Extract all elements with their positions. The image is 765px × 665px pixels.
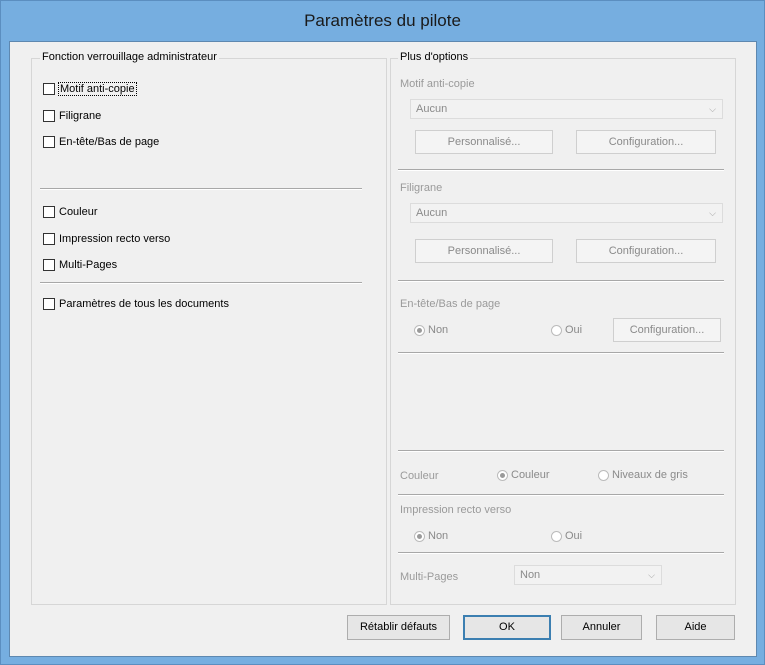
header-no-radio[interactable]: Non (414, 324, 448, 336)
checkbox-label: Motif anti-copie (58, 82, 137, 96)
radio-label: Couleur (511, 469, 550, 481)
checkbox-label: Couleur (59, 206, 98, 218)
color-label: Couleur (400, 470, 439, 482)
radio-dot[interactable] (551, 324, 562, 336)
separator (398, 450, 724, 452)
radio-label: Non (428, 324, 449, 336)
dialog-window: Paramètres du pilote Fonction verrouilla… (0, 0, 765, 665)
color-radio[interactable]: Couleur (497, 469, 550, 481)
watermark-custom-button[interactable]: Personnalisé... (415, 239, 553, 263)
chevron-down-icon: ⌵ (709, 104, 716, 114)
checkbox-box[interactable] (43, 233, 55, 245)
separator (40, 188, 362, 190)
multipage-label: Multi-Pages (400, 571, 459, 583)
checkbox-label: Multi-Pages (59, 259, 118, 271)
radio-dot[interactable] (598, 469, 609, 481)
radio-label: Oui (565, 324, 583, 336)
header-yes-radio[interactable]: Oui (551, 324, 582, 336)
cancel-button[interactable]: Annuler (561, 615, 642, 640)
separator (398, 352, 724, 354)
checkbox-box[interactable] (43, 83, 55, 95)
separator (398, 169, 724, 171)
ok-button[interactable]: OK (463, 615, 551, 640)
checkbox-label: En-tête/Bas de page (59, 136, 160, 148)
watermark-config-button[interactable]: Configuration... (576, 239, 716, 263)
duplex-no-radio[interactable]: Non (414, 530, 448, 542)
checkbox-box[interactable] (43, 259, 55, 271)
lock-anticopy-checkbox[interactable]: Motif anti-copie (43, 81, 137, 97)
dialog-client-area: Fonction verrouillage administrateur Mot… (9, 41, 757, 657)
checkbox-box[interactable] (43, 206, 55, 218)
separator (398, 494, 724, 496)
checkbox-box[interactable] (43, 136, 55, 148)
lock-watermark-checkbox[interactable]: Filigrane (43, 108, 101, 124)
reset-defaults-button[interactable]: Rétablir défauts (347, 615, 450, 640)
select-value: Aucun (416, 103, 448, 115)
more-options-legend: Plus d'options (398, 51, 471, 63)
header-footer-label: En-tête/Bas de page (400, 298, 501, 310)
checkbox-label: Filigrane (59, 110, 102, 122)
chevron-down-icon: ⌵ (648, 570, 655, 580)
dialog-title: Paramètres du pilote (304, 11, 461, 30)
lock-multipage-checkbox[interactable]: Multi-Pages (43, 257, 117, 273)
multipage-select[interactable]: Non ⌵ (514, 565, 662, 585)
anticopy-select[interactable]: Aucun ⌵ (410, 99, 723, 119)
checkbox-label: Paramètres de tous les documents (59, 298, 229, 310)
lock-duplex-checkbox[interactable]: Impression recto verso (43, 231, 170, 247)
lock-header-footer-checkbox[interactable]: En-tête/Bas de page (43, 134, 159, 150)
checkbox-box[interactable] (43, 298, 55, 310)
select-value: Aucun (416, 207, 448, 219)
admin-lock-legend: Fonction verrouillage administrateur (40, 51, 219, 63)
grayscale-radio[interactable]: Niveaux de gris (598, 469, 688, 481)
duplex-yes-radio[interactable]: Oui (551, 530, 582, 542)
separator (40, 282, 362, 284)
help-button[interactable]: Aide (656, 615, 735, 640)
watermark-label: Filigrane (400, 182, 443, 194)
anticopy-config-button[interactable]: Configuration... (576, 130, 716, 154)
checkbox-label: Impression recto verso (59, 233, 171, 245)
radio-dot[interactable] (497, 469, 508, 481)
radio-label: Oui (565, 530, 583, 542)
lock-color-checkbox[interactable]: Couleur (43, 204, 98, 220)
separator (398, 552, 724, 554)
radio-label: Niveaux de gris (612, 469, 688, 481)
radio-label: Non (428, 530, 449, 542)
watermark-select[interactable]: Aucun ⌵ (410, 203, 723, 223)
anticopy-label: Motif anti-copie (400, 78, 475, 90)
duplex-label: Impression recto verso (400, 504, 512, 516)
separator (398, 280, 724, 282)
radio-dot[interactable] (414, 324, 425, 336)
select-value: Non (520, 569, 541, 581)
checkbox-box[interactable] (43, 110, 55, 122)
lock-all-documents-checkbox[interactable]: Paramètres de tous les documents (43, 296, 229, 312)
radio-dot[interactable] (414, 530, 425, 542)
anticopy-custom-button[interactable]: Personnalisé... (415, 130, 553, 154)
chevron-down-icon: ⌵ (709, 208, 716, 218)
header-config-button[interactable]: Configuration... (613, 318, 721, 342)
radio-dot[interactable] (551, 530, 562, 542)
